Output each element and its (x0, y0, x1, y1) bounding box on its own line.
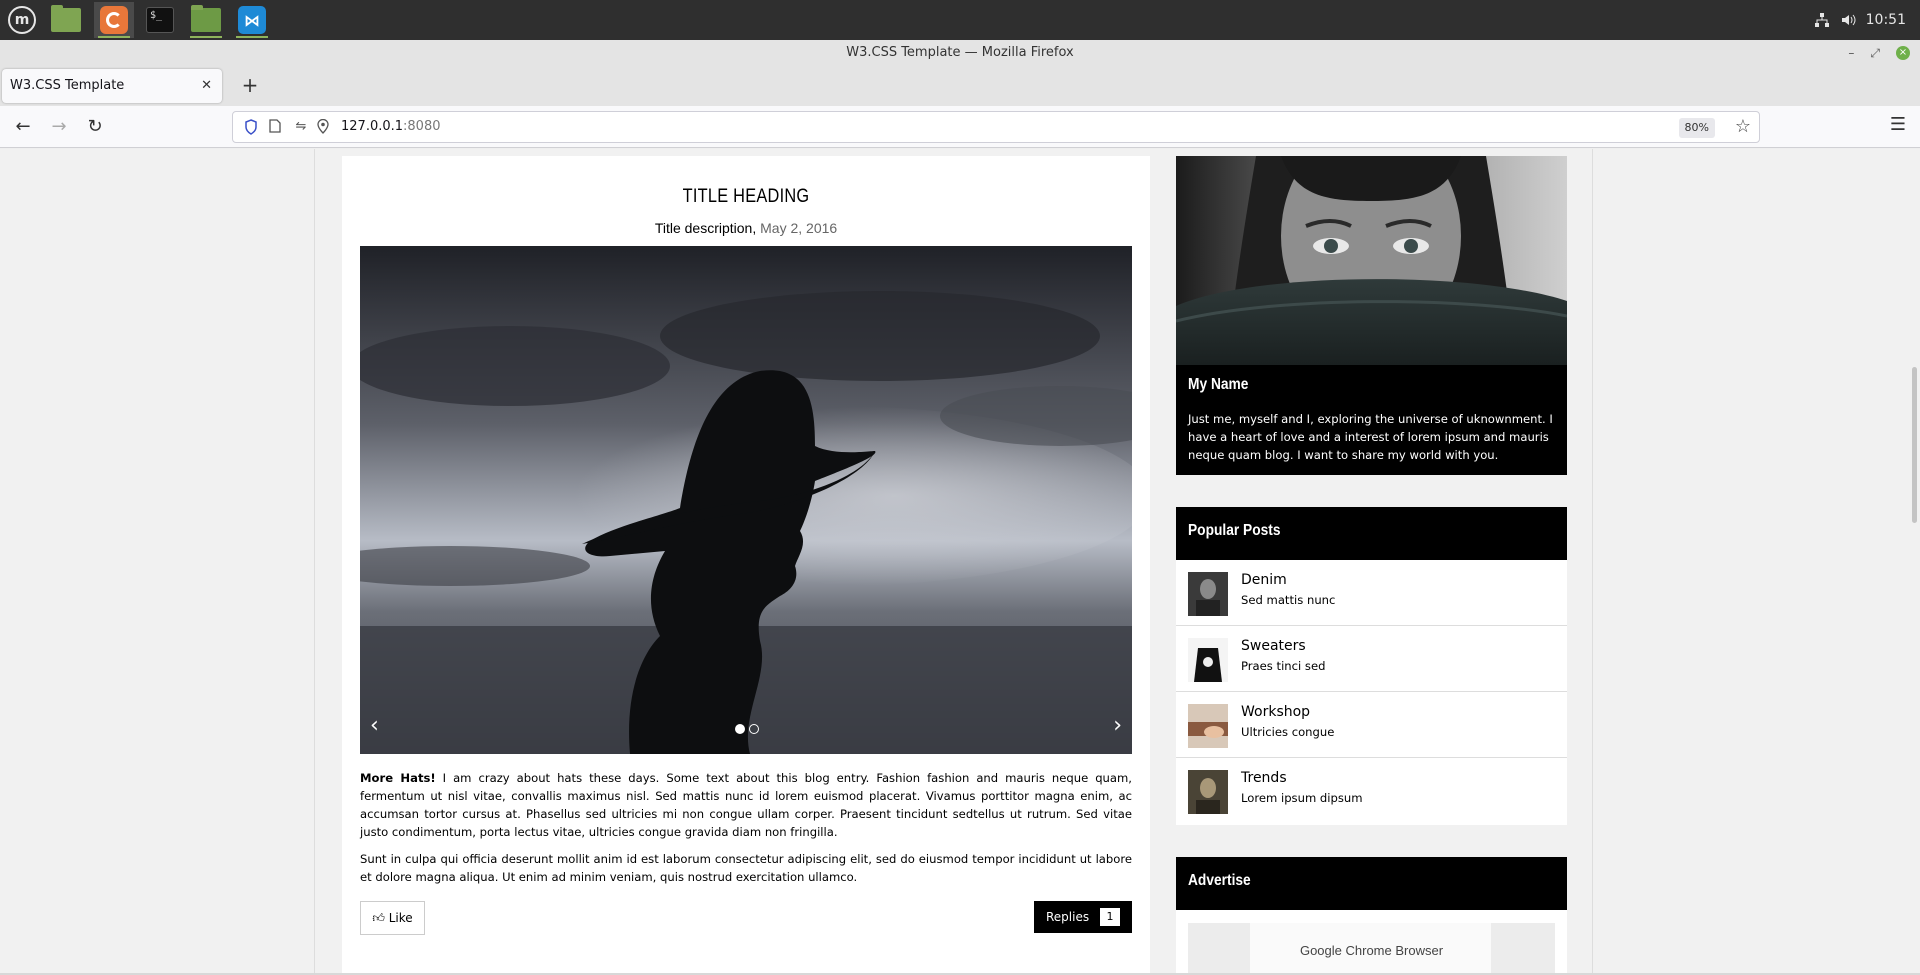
page-icon[interactable] (267, 119, 283, 135)
reload-icon: ↻ (87, 116, 103, 137)
list-item[interactable]: Workshop Ultricies congue (1176, 692, 1567, 758)
tab-w3css-template[interactable]: W3.CSS Template ✕ (2, 69, 222, 103)
window-title: W3.CSS Template — Mozilla Firefox (846, 45, 1074, 60)
profile-name: My Name (1188, 376, 1249, 393)
page-scrollbar[interactable] (1908, 149, 1920, 975)
profile-card: My Name Just me, myself and I, exploring… (1176, 156, 1567, 475)
zoom-level-button[interactable]: 80% (1678, 118, 1715, 138)
tab-strip: W3.CSS Template ✕ + (0, 66, 1920, 106)
ad-text: Google Chrome Browser (1299, 943, 1444, 958)
list-item[interactable]: Trends Lorem ipsum dipsum (1176, 758, 1567, 824)
slide-dot-1[interactable] (735, 724, 745, 734)
shield-icon[interactable] (243, 119, 259, 135)
close-window-icon[interactable]: × (1896, 46, 1910, 60)
post-title: Denim (1241, 572, 1287, 588)
blog-slideshow: ‹ › (360, 246, 1132, 754)
app-menu-button[interactable]: ☰ (1890, 114, 1906, 135)
vscode-icon: ⋈ (238, 6, 266, 34)
popular-posts-header: Popular Posts (1176, 507, 1567, 560)
profile-bio: Just me, myself and I, exploring the uni… (1188, 412, 1553, 462)
replies-count-badge: 1 (1100, 908, 1120, 926)
post-subtitle: Lorem ipsum dipsum (1241, 791, 1363, 805)
post-thumbnail (1188, 704, 1228, 748)
advertise-card: Advertise Google Chrome Browser (1176, 857, 1567, 975)
blog-title: TITLE HEADING (682, 186, 810, 207)
url-text[interactable]: 127.0.0.1:8080 (341, 112, 441, 142)
restore-icon[interactable]: ⤢ (1870, 40, 1880, 66)
window-titlebar: W3.CSS Template — Mozilla Firefox – ⤢ × (0, 40, 1920, 66)
mint-menu-button[interactable]: m (2, 2, 42, 38)
blog-date: May 2, 2016 (760, 220, 838, 236)
post-title: Trends (1241, 770, 1287, 786)
blog-entry-card: TITLE HEADING Title description, May 2, … (342, 156, 1150, 975)
taskbar-files-button-2[interactable] (186, 2, 226, 38)
slide-dots (735, 724, 759, 734)
folder-icon (191, 5, 221, 32)
blog-subtitle: Title description, May 2, 2016 (342, 220, 1150, 236)
clock[interactable]: 10:51 (1866, 12, 1906, 28)
blog-paragraph-1-bold: More Hats! (360, 771, 436, 785)
slide-dot-2[interactable] (749, 724, 759, 734)
post-subtitle: Sed mattis nunc (1241, 593, 1336, 607)
advertise-header: Advertise (1176, 857, 1567, 910)
bookmark-star-icon[interactable]: ☆ (1735, 116, 1751, 137)
system-tray: 10:51 (1814, 0, 1920, 40)
blog-description: Title description, (654, 220, 757, 236)
reload-button[interactable]: ↻ (82, 114, 108, 140)
new-tab-button[interactable]: + (236, 72, 264, 100)
taskbar-files-button[interactable] (46, 2, 86, 38)
post-title: Workshop (1241, 704, 1311, 720)
post-thumbnail (1188, 770, 1228, 814)
plus-icon: + (241, 73, 259, 97)
permissions-icon[interactable]: ⇋ (293, 119, 309, 135)
volume-icon[interactable] (1840, 12, 1856, 28)
post-thumbnail (1188, 572, 1228, 616)
firefox-icon (100, 6, 128, 34)
profile-photo (1176, 156, 1567, 365)
like-button[interactable]: 👍︎ Like (360, 901, 425, 935)
blog-paragraph-2: Sunt in culpa qui officia deserunt molli… (360, 852, 1132, 884)
taskbar-firefox-button[interactable] (94, 2, 134, 38)
folder-icon (51, 5, 81, 32)
os-taskbar: m $_ ⋈ 10:51 (0, 0, 1920, 40)
ad-banner[interactable]: Google Chrome Browser (1188, 923, 1555, 975)
back-button[interactable]: ← (10, 114, 36, 140)
forward-button[interactable]: → (46, 114, 72, 140)
terminal-icon: $_ (146, 7, 174, 33)
replies-label: Replies (1046, 910, 1090, 924)
hamburger-icon: ☰ (1889, 114, 1906, 135)
like-label: Like (388, 911, 413, 925)
slide-prev-arrow[interactable]: ‹ (370, 713, 379, 738)
popular-posts-heading: Popular Posts (1188, 522, 1281, 539)
thumbs-up-icon: 👍︎ (372, 911, 385, 925)
blog-paragraph-1: More Hats! I am crazy about hats these d… (360, 771, 1132, 839)
tab-close-icon[interactable]: ✕ (201, 69, 212, 103)
arrow-right-icon: → (51, 116, 67, 137)
post-thumbnail (1188, 638, 1228, 682)
url-bar[interactable]: ⇋ 127.0.0.1:8080 80% ☆ (232, 111, 1760, 143)
taskbar-terminal-button[interactable]: $_ (140, 2, 180, 38)
slide-next-arrow[interactable]: › (1113, 713, 1122, 738)
arrow-left-icon: ← (15, 116, 31, 137)
page-viewport: TITLE HEADING Title description, May 2, … (0, 149, 1920, 975)
list-item[interactable]: Denim Sed mattis nunc (1176, 560, 1567, 626)
list-item[interactable]: Sweaters Praes tinci sed (1176, 626, 1567, 692)
popular-posts-card: Popular Posts Denim Sed mattis nunc Swea… (1176, 507, 1567, 825)
replies-button[interactable]: Replies 1 (1034, 901, 1132, 933)
minimize-icon[interactable]: – (1848, 40, 1854, 66)
post-title: Sweaters (1241, 638, 1306, 654)
tab-title: W3.CSS Template (10, 78, 125, 93)
taskbar-vscode-button[interactable]: ⋈ (232, 2, 272, 38)
mint-menu-icon: m (8, 6, 36, 34)
advertise-heading: Advertise (1188, 872, 1251, 889)
hat-woman-photo (360, 246, 1132, 754)
post-subtitle: Praes tinci sed (1241, 659, 1326, 673)
post-subtitle: Ultricies congue (1241, 725, 1335, 739)
scrollbar-thumb[interactable] (1912, 367, 1917, 523)
network-icon[interactable] (1814, 12, 1830, 28)
navigation-toolbar: ← → ↻ ⇋ 127.0.0.1:8080 80% ☆ ☰ (0, 106, 1920, 148)
location-icon[interactable] (315, 118, 331, 135)
